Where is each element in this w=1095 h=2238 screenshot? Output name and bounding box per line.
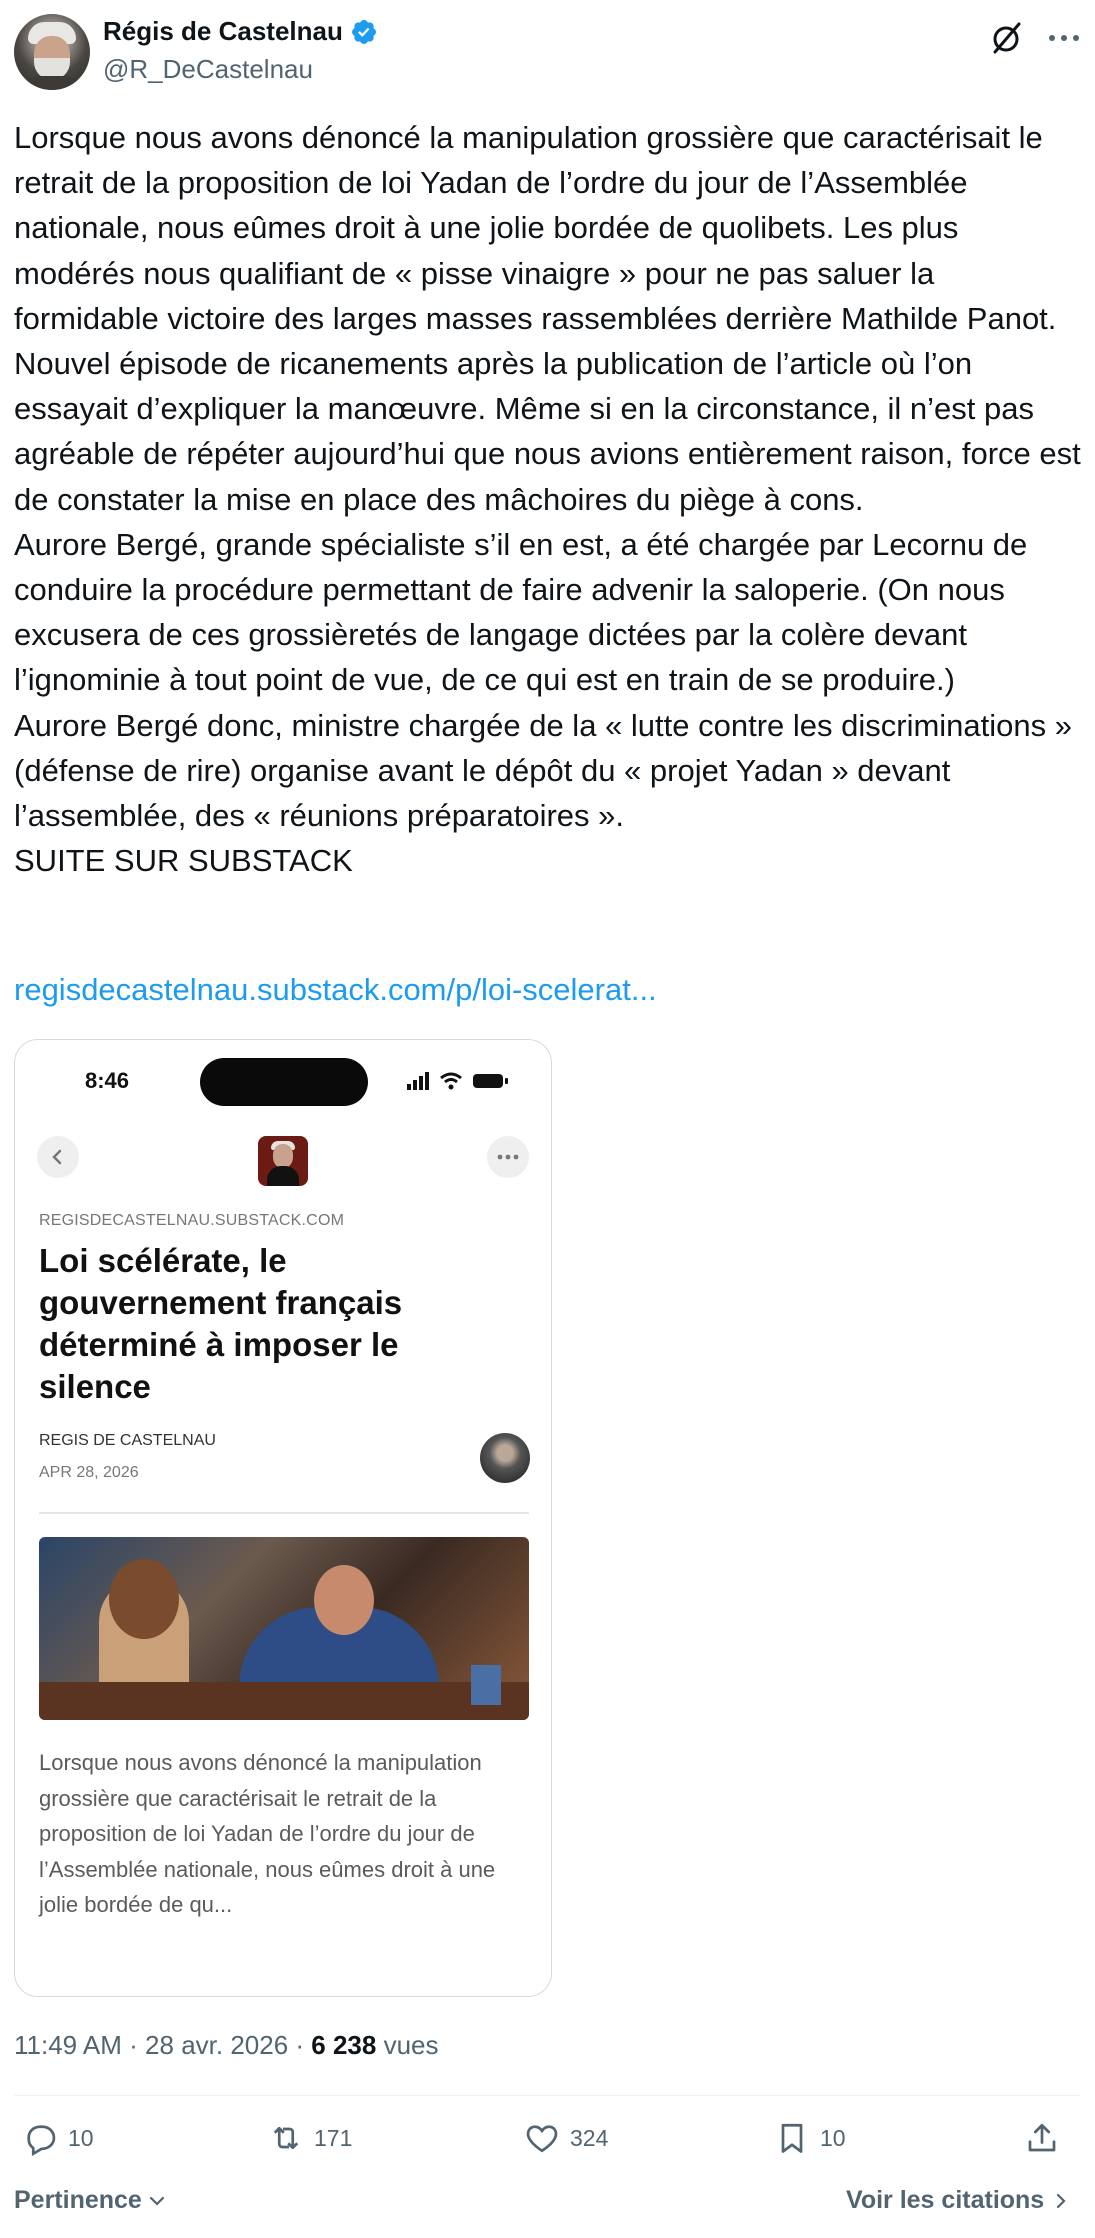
card-date: APR 28, 2026 (39, 1464, 139, 1481)
card-excerpt: Lorsque nous avons dénoncé la manipulati… (39, 1750, 496, 1917)
author-avatar[interactable] (14, 14, 90, 90)
card-author-avatar (480, 1433, 530, 1483)
author-name-row[interactable]: Régis de Castelnau (103, 16, 378, 47)
quotes-label: Voir les citations (846, 2186, 1045, 2214)
view-quotes-link[interactable]: Voir les citations (846, 2186, 1072, 2215)
phone-status-time: 8:46 (85, 1068, 130, 1093)
repost-icon (273, 2126, 299, 2150)
divider (14, 2095, 1081, 2096)
bookmark-icon (781, 2123, 803, 2153)
views-label: vues (383, 2030, 439, 2060)
meta-separator: · (288, 2030, 312, 2060)
card-more-icon[interactable] (487, 1136, 529, 1178)
publication-logo (258, 1136, 308, 1186)
dynamic-island (200, 1058, 368, 1106)
reply-icon (27, 2125, 56, 2156)
repost-count: 171 (314, 2124, 353, 2151)
link-preview-card[interactable]: 8:46 REGISDECASTELNAU.SUBSTACK.COM Loi s… (14, 1039, 552, 1997)
verified-badge-icon (351, 19, 376, 44)
article-photo (39, 1537, 529, 1720)
grok-icon[interactable] (986, 18, 1026, 58)
card-author: REGIS DE CASTELNAU (39, 1432, 216, 1449)
chevron-left-icon[interactable] (37, 1136, 79, 1178)
sort-dropdown[interactable]: Pertinence (14, 2186, 168, 2215)
action-bar: 10 171 324 10 (14, 2120, 1081, 2164)
heart-icon (526, 2125, 558, 2153)
more-icon[interactable] (1046, 24, 1082, 52)
chevron-down-icon (149, 2196, 164, 2206)
reply-button[interactable]: 10 (22, 2120, 94, 2156)
tweet-time[interactable]: 11:49 AM (14, 2030, 122, 2060)
share-icon (1028, 2123, 1056, 2152)
tweet-text: Lorsque nous avons dénoncé la manipulati… (14, 120, 1081, 879)
bookmark-count: 10 (820, 2124, 846, 2151)
sort-label: Pertinence (14, 2186, 142, 2214)
share-button[interactable] (1024, 2120, 1060, 2156)
repost-button[interactable]: 171 (268, 2120, 352, 2156)
chevron-right-icon (1057, 2193, 1066, 2208)
meta-separator: · (121, 2030, 146, 2060)
phone-status-icons (407, 1072, 508, 1090)
tweet-date[interactable]: 28 avr. 2026 (145, 2030, 288, 2060)
card-title: Loi scélérate, le gouvernement français … (39, 1242, 403, 1405)
tweet-meta: 11:49 AM · 28 avr. 2026 · 6 238 vues (14, 2030, 439, 2061)
author-display-name[interactable]: Régis de Castelnau (103, 16, 343, 47)
reply-count: 10 (68, 2124, 94, 2151)
card-domain: REGISDECASTELNAU.SUBSTACK.COM (39, 1212, 345, 1229)
like-count: 324 (570, 2124, 609, 2151)
tweet-header: Régis de Castelnau @R_DeCastelnau (14, 14, 1081, 94)
like-button[interactable]: 324 (524, 2120, 608, 2156)
card-divider (39, 1512, 529, 1514)
bookmark-button[interactable]: 10 (774, 2120, 846, 2156)
author-handle[interactable]: @R_DeCastelnau (103, 54, 313, 85)
tweet-link[interactable]: regisdecastelnau.substack.com/p/loi-scel… (14, 972, 657, 1008)
views-count: 6 238 (311, 2030, 377, 2060)
